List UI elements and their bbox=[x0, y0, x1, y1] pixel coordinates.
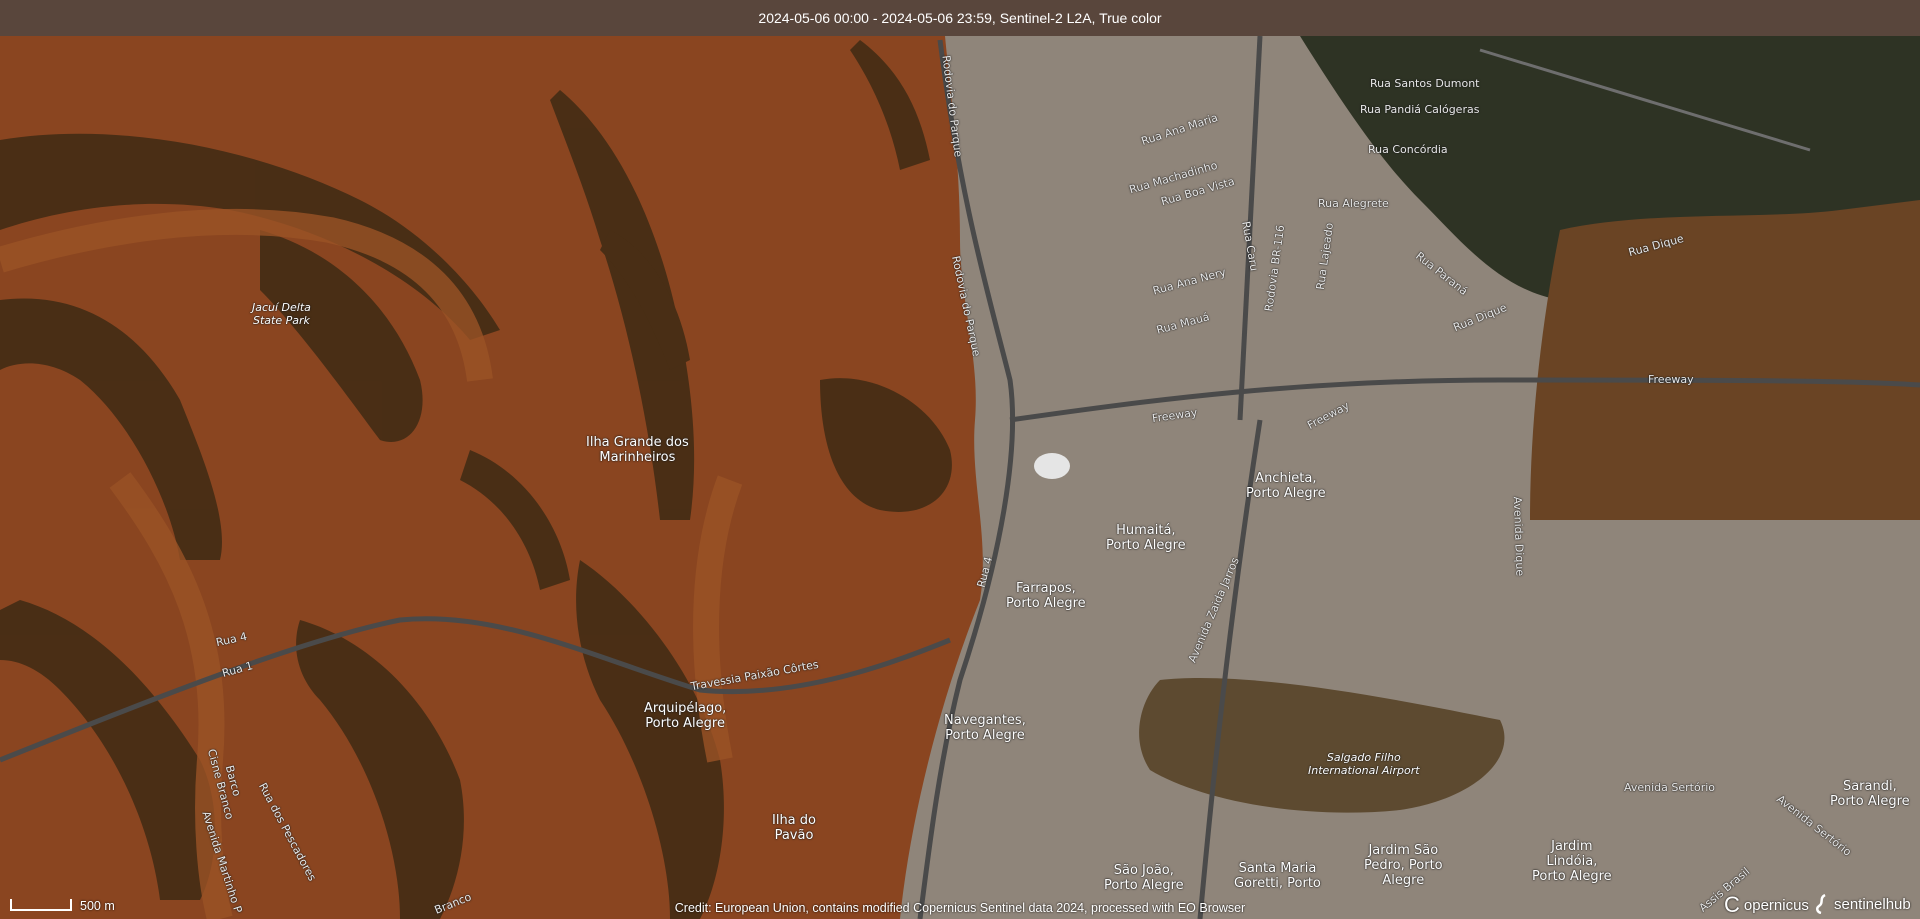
label-rua-alegrete: Rua Alegrete bbox=[1318, 197, 1389, 210]
flooded-northeast bbox=[1530, 200, 1920, 520]
map-info-bar: 2024-05-06 00:00 - 2024-05-06 23:59, Sen… bbox=[0, 0, 1920, 36]
copernicus-logo: C opernicus bbox=[1724, 892, 1809, 917]
label-rua-concordia: Rua Concórdia bbox=[1368, 143, 1448, 156]
label-salgado-filho: Salgado Filho International Airport bbox=[1308, 751, 1420, 777]
label-jardim-sao-pedro: Jardim São Pedro, Porto Alegre bbox=[1364, 843, 1443, 888]
label-arquipelago: Arquipélago, Porto Alegre bbox=[644, 701, 727, 731]
stadium-icon bbox=[1034, 453, 1070, 479]
label-avenida-dique: Avenida Dique bbox=[1510, 496, 1527, 577]
label-jacui-delta: Jacuí Delta State Park bbox=[252, 301, 311, 327]
sentinelhub-icon bbox=[1816, 894, 1826, 914]
label-freeway-3: Freeway bbox=[1648, 373, 1694, 386]
label-rua-pandia-calogeras: Rua Pandiá Calógeras bbox=[1360, 103, 1480, 116]
label-avenida-sertorio-1: Avenida Sertório bbox=[1624, 781, 1716, 794]
copernicus-c-icon: C bbox=[1724, 892, 1740, 917]
map-title: 2024-05-06 00:00 - 2024-05-06 23:59, Sen… bbox=[758, 10, 1162, 26]
label-santa-maria: Santa Maria Goretti, Porto bbox=[1234, 861, 1321, 891]
label-ilha-pavao: Ilha do Pavão bbox=[772, 813, 816, 843]
label-rua-santos-dumont: Rua Santos Dumont bbox=[1370, 77, 1480, 90]
sentinelhub-logo-text: sentinelhub bbox=[1834, 895, 1911, 913]
label-navegantes: Navegantes, Porto Alegre bbox=[944, 713, 1026, 743]
sentinelhub-logo: sentinelhub bbox=[1814, 894, 1911, 914]
label-anchieta: Anchieta, Porto Alegre bbox=[1246, 471, 1326, 501]
label-sarandi: Sarandi, Porto Alegre bbox=[1830, 779, 1910, 809]
label-jardim-lindoia: Jardim Lindóia, Porto Alegre bbox=[1532, 839, 1612, 884]
copernicus-logo-text: opernicus bbox=[1743, 896, 1809, 914]
label-humaita: Humaitá, Porto Alegre bbox=[1106, 523, 1186, 553]
label-farrapos: Farrapos, Porto Alegre bbox=[1006, 581, 1086, 611]
credit-text: Credit: European Union, contains modifie… bbox=[674, 901, 1246, 915]
label-sao-joao: São João, Porto Alegre bbox=[1104, 863, 1184, 893]
label-ilha-grande: Ilha Grande dos Marinheiros bbox=[586, 435, 689, 465]
